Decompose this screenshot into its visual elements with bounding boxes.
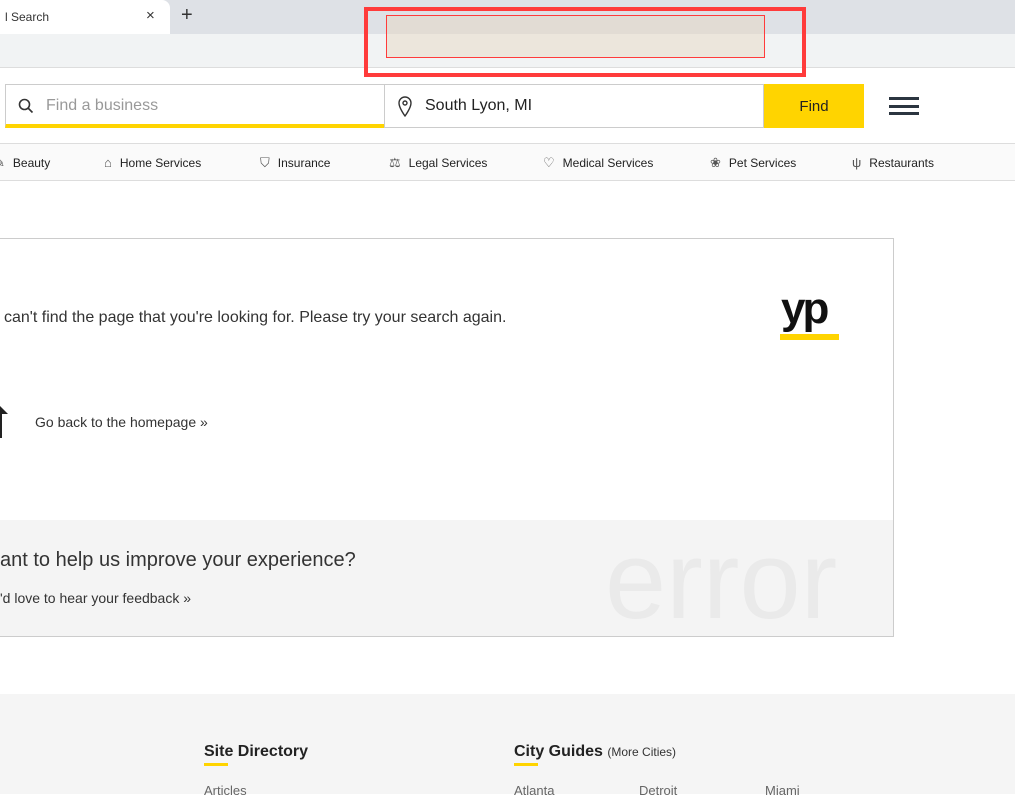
category-restaurants[interactable]: ψ Restaurants	[852, 155, 934, 170]
feedback-title: ant to help us improve your experience?	[0, 549, 356, 571]
location-input[interactable]	[425, 97, 745, 115]
footer-link-atlanta[interactable]: Atlanta	[514, 783, 554, 798]
site-directory-heading: Site Directory	[204, 743, 309, 760]
category-label: Home Services	[119, 155, 202, 170]
footer	[0, 694, 1015, 794]
error-watermark: error	[605, 519, 838, 642]
business-search-field[interactable]	[5, 84, 385, 128]
yp-logo: yp	[781, 284, 829, 333]
category-label: Beauty	[12, 156, 51, 170]
category-label: Restaurants	[869, 155, 934, 170]
feedback-link[interactable]: 'd love to hear your feedback »	[0, 590, 191, 606]
category-label: Pet Services	[728, 156, 797, 170]
footer-link-miami[interactable]: Miami	[765, 783, 800, 798]
location-pin-icon	[398, 96, 412, 118]
logo-underline	[780, 334, 839, 340]
hamburger-menu-icon[interactable]	[889, 97, 919, 115]
heart-icon: ♡	[543, 155, 555, 170]
heading-underline	[514, 763, 538, 766]
more-cities-link[interactable]: (More Cities)	[607, 745, 676, 759]
location-field[interactable]	[384, 84, 764, 128]
business-search-input[interactable]	[46, 97, 366, 115]
footer-link-articles[interactable]: Articles	[204, 783, 247, 798]
category-legal-services[interactable]: ⚖ Legal Services	[389, 155, 487, 171]
category-label: Legal Services	[408, 156, 488, 170]
category-beauty[interactable]: ✎ Beauty	[0, 155, 50, 171]
tab-title: l Search	[5, 10, 50, 24]
search-icon	[18, 98, 34, 114]
paw-icon: ❀	[710, 155, 721, 170]
fork-knife-icon: ψ	[852, 155, 862, 170]
close-tab-icon[interactable]: ×	[146, 7, 155, 24]
homepage-link[interactable]: Go back to the homepage »	[35, 414, 208, 430]
find-button[interactable]: Find	[764, 84, 864, 128]
category-insurance[interactable]: ⛉ Insurance	[260, 155, 330, 171]
error-message: can't find the page that you're looking …	[4, 309, 507, 326]
category-pet-services[interactable]: ❀ Pet Services	[710, 155, 796, 171]
house-icon: ⌂	[104, 155, 112, 170]
city-guides-heading: City Guides	[514, 743, 603, 760]
category-label: Medical Services	[562, 156, 654, 170]
category-home-services[interactable]: ⌂ Home Services	[104, 155, 201, 170]
beauty-icon: ✎	[0, 155, 5, 171]
category-label: Insurance	[277, 156, 331, 170]
category-nav: ✎ Beauty ⌂ Home Services ⛉ Insurance ⚖ Legal…	[0, 143, 1015, 181]
footer-link-detroit[interactable]: Detroit	[639, 783, 677, 798]
new-tab-button[interactable]: +	[181, 4, 193, 27]
home-icon	[0, 406, 8, 438]
shield-icon: ⛉	[260, 155, 270, 170]
gavel-icon: ⚖	[389, 155, 401, 170]
highlight-box	[364, 7, 806, 77]
category-medical-services[interactable]: ♡ Medical Services	[543, 155, 653, 171]
heading-underline	[204, 763, 228, 766]
